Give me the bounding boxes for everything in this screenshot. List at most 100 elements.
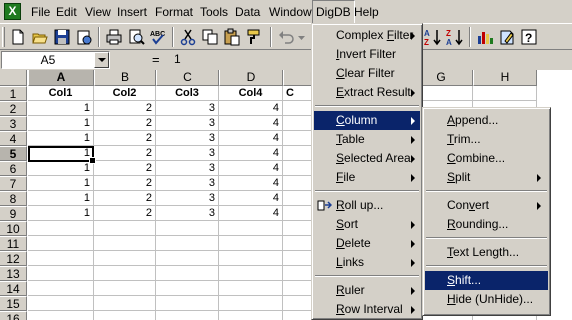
column-menu-item-trim[interactable]: Trim... bbox=[425, 130, 548, 149]
cell-d3[interactable]: 4 bbox=[219, 116, 283, 131]
help-icon[interactable]: ? bbox=[519, 27, 539, 47]
cell-a12[interactable] bbox=[28, 251, 94, 266]
cell-c3[interactable]: 3 bbox=[156, 116, 219, 131]
spelling-icon[interactable]: ABC bbox=[148, 27, 168, 47]
menu-view[interactable]: View bbox=[81, 0, 115, 24]
row-header-10[interactable]: 10 bbox=[0, 221, 27, 236]
cell-c4[interactable]: 3 bbox=[156, 131, 219, 146]
column-menu-item-append[interactable]: Append... bbox=[425, 111, 548, 130]
cell-d7[interactable]: 4 bbox=[219, 176, 283, 191]
column-header-d[interactable]: D bbox=[219, 70, 283, 86]
digdb-menu-item-links[interactable]: Links bbox=[314, 253, 420, 272]
cell-c14[interactable] bbox=[156, 281, 219, 296]
column-header-h[interactable]: H bbox=[473, 70, 537, 86]
row-header-13[interactable]: 13 bbox=[0, 266, 27, 281]
cell-a4[interactable]: 1 bbox=[28, 131, 94, 146]
digdb-menu-item-delete[interactable]: Delete bbox=[314, 234, 420, 253]
cell-b11[interactable] bbox=[94, 236, 156, 251]
cell-c11[interactable] bbox=[156, 236, 219, 251]
menu-window[interactable]: Window bbox=[265, 0, 316, 24]
digdb-menu-item-row-interval[interactable]: Row Interval bbox=[314, 300, 420, 319]
row-header-5[interactable]: 5 bbox=[0, 146, 27, 161]
select-all-corner[interactable] bbox=[0, 70, 27, 86]
digdb-menu-item-column[interactable]: Column bbox=[314, 111, 420, 130]
row-header-9[interactable]: 9 bbox=[0, 206, 27, 221]
row-header-1[interactable]: 1 bbox=[0, 86, 27, 101]
cell-c9[interactable]: 3 bbox=[156, 206, 219, 221]
cell-d16[interactable] bbox=[219, 311, 283, 320]
row-header-4[interactable]: 4 bbox=[0, 131, 27, 146]
cell-d2[interactable]: 4 bbox=[219, 101, 283, 116]
cell-h1[interactable] bbox=[473, 86, 537, 101]
cell-d6[interactable]: 4 bbox=[219, 161, 283, 176]
cell-c8[interactable]: 3 bbox=[156, 191, 219, 206]
cell-c6[interactable]: 3 bbox=[156, 161, 219, 176]
cell-a16[interactable] bbox=[28, 311, 94, 320]
column-menu-item-split[interactable]: Split bbox=[425, 168, 548, 187]
cell-a5[interactable]: 1 bbox=[28, 146, 94, 161]
cell-d11[interactable] bbox=[219, 236, 283, 251]
row-header-12[interactable]: 12 bbox=[0, 251, 27, 266]
cell-a11[interactable] bbox=[28, 236, 94, 251]
digdb-menu-item-clear-filter[interactable]: Clear Filter bbox=[314, 64, 420, 83]
cell-b14[interactable] bbox=[94, 281, 156, 296]
cell-d4[interactable]: 4 bbox=[219, 131, 283, 146]
cell-b13[interactable] bbox=[94, 266, 156, 281]
digdb-menu-item-complex-filter[interactable]: Complex Filter bbox=[314, 26, 420, 45]
cell-c10[interactable] bbox=[156, 221, 219, 236]
cell-b3[interactable]: 2 bbox=[94, 116, 156, 131]
name-box-dropdown-icon[interactable] bbox=[94, 52, 109, 68]
cell-a14[interactable] bbox=[28, 281, 94, 296]
cell-d13[interactable] bbox=[219, 266, 283, 281]
cell-a6[interactable]: 1 bbox=[28, 161, 94, 176]
menu-edit[interactable]: Edit bbox=[52, 0, 81, 24]
menu-data[interactable]: Data bbox=[231, 0, 264, 24]
digdb-menu-item-sort[interactable]: Sort bbox=[314, 215, 420, 234]
column-header-c[interactable]: C bbox=[156, 70, 219, 86]
cell-c15[interactable] bbox=[156, 296, 219, 311]
drawing-icon[interactable] bbox=[497, 27, 517, 47]
digdb-menu-item-ruler[interactable]: Ruler bbox=[314, 281, 420, 300]
menu-tools[interactable]: Tools bbox=[196, 0, 232, 24]
row-header-11[interactable]: 11 bbox=[0, 236, 27, 251]
column-menu-item-hide-unhide[interactable]: Hide (UnHide)... bbox=[425, 290, 548, 309]
paste-icon[interactable] bbox=[222, 27, 242, 47]
cell-c2[interactable]: 3 bbox=[156, 101, 219, 116]
menu-format[interactable]: Format bbox=[151, 0, 197, 24]
cell-b8[interactable]: 2 bbox=[94, 191, 156, 206]
row-header-15[interactable]: 15 bbox=[0, 296, 27, 311]
cell-b16[interactable] bbox=[94, 311, 156, 320]
cell-b9[interactable]: 2 bbox=[94, 206, 156, 221]
cell-b1[interactable]: Col2 bbox=[94, 86, 156, 101]
digdb-menu-item-table[interactable]: Table bbox=[314, 130, 420, 149]
cell-b12[interactable] bbox=[94, 251, 156, 266]
column-menu-item-text-length[interactable]: Text Length... bbox=[425, 243, 548, 262]
cell-b7[interactable]: 2 bbox=[94, 176, 156, 191]
menu-insert[interactable]: Insert bbox=[113, 0, 151, 24]
cell-a2[interactable]: 1 bbox=[28, 101, 94, 116]
name-box[interactable]: A5 bbox=[1, 51, 110, 69]
sort-ascending-icon[interactable]: AZ bbox=[423, 27, 443, 47]
cell-d10[interactable] bbox=[219, 221, 283, 236]
column-menu-item-convert[interactable]: Convert bbox=[425, 196, 548, 215]
cell-a10[interactable] bbox=[28, 221, 94, 236]
digdb-menu-item-roll-up[interactable]: Roll up... bbox=[314, 196, 420, 215]
cell-b4[interactable]: 2 bbox=[94, 131, 156, 146]
row-header-6[interactable]: 6 bbox=[0, 161, 27, 176]
menu-digdb[interactable]: DigDB bbox=[312, 0, 355, 24]
cell-d8[interactable]: 4 bbox=[219, 191, 283, 206]
menu-help[interactable]: Help bbox=[350, 0, 383, 24]
digdb-menu-item-invert-filter[interactable]: Invert Filter bbox=[314, 45, 420, 64]
cell-c13[interactable] bbox=[156, 266, 219, 281]
cell-b6[interactable]: 2 bbox=[94, 161, 156, 176]
menu-file[interactable]: File bbox=[27, 0, 54, 24]
print-preview-icon[interactable] bbox=[126, 27, 146, 47]
cut-icon[interactable] bbox=[178, 27, 198, 47]
digdb-menu-item-file[interactable]: File bbox=[314, 168, 420, 187]
cell-b15[interactable] bbox=[94, 296, 156, 311]
cell-c12[interactable] bbox=[156, 251, 219, 266]
cell-a8[interactable]: 1 bbox=[28, 191, 94, 206]
cell-a13[interactable] bbox=[28, 266, 94, 281]
format-painter-icon[interactable] bbox=[244, 27, 264, 47]
excel-document-icon[interactable]: X bbox=[4, 3, 21, 20]
